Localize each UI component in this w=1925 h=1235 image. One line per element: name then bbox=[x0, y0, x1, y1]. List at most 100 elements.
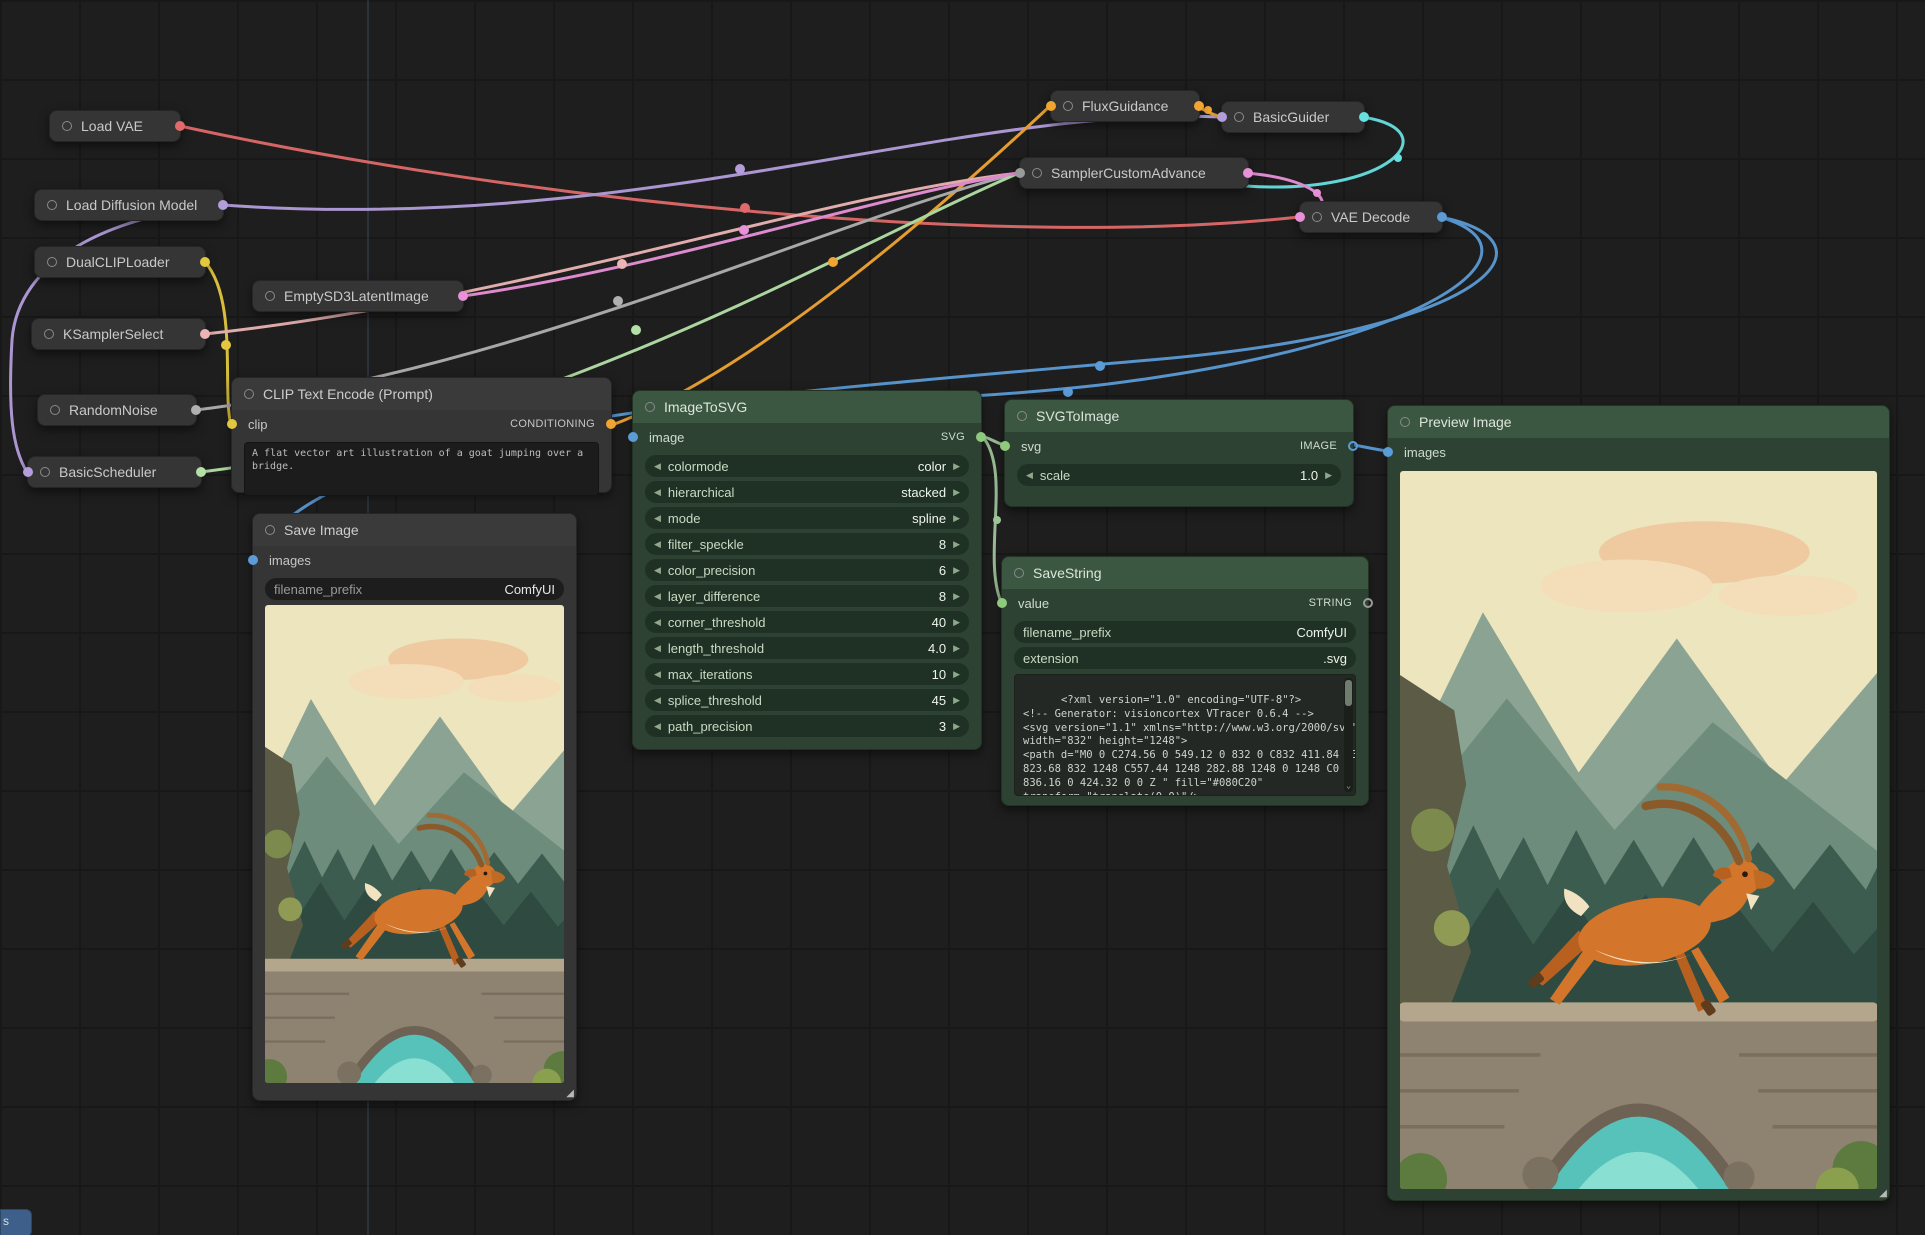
node-ksamplerselect[interactable]: KSamplerSelect bbox=[31, 318, 206, 350]
widget-mode[interactable]: ◀ mode spline ▶ bbox=[645, 507, 969, 529]
widget-splice-threshold[interactable]: ◀ splice_threshold 45 ▶ bbox=[645, 689, 969, 711]
prompt-text-input[interactable]: A flat vector art illustration of a goat… bbox=[244, 442, 599, 496]
collapse-toggle-icon[interactable] bbox=[50, 405, 60, 415]
node-header[interactable]: SaveString bbox=[1002, 557, 1368, 589]
widget-color-precision[interactable]: ◀ color_precision 6 ▶ bbox=[645, 559, 969, 581]
increment-arrow-icon[interactable]: ▶ bbox=[953, 670, 960, 679]
widget-colormode[interactable]: ◀ colormode color ▶ bbox=[645, 455, 969, 477]
collapse-toggle-icon[interactable] bbox=[244, 389, 254, 399]
decrement-arrow-icon[interactable]: ◀ bbox=[654, 540, 661, 549]
increment-arrow-icon[interactable]: ▶ bbox=[953, 462, 960, 471]
decrement-arrow-icon[interactable]: ◀ bbox=[654, 592, 661, 601]
node-savestring[interactable]: SaveString value STRING filename_prefix … bbox=[1001, 556, 1369, 806]
node-randomnoise[interactable]: RandomNoise bbox=[37, 394, 197, 426]
string-output-slot[interactable] bbox=[1363, 598, 1373, 608]
sampler-output-slot[interactable] bbox=[200, 329, 210, 339]
widget-filename-prefix[interactable]: filename_prefix ComfyUI bbox=[1014, 621, 1356, 643]
model-input-slot[interactable] bbox=[1217, 112, 1227, 122]
clip-input-slot[interactable] bbox=[227, 419, 237, 429]
decrement-arrow-icon[interactable]: ◀ bbox=[654, 670, 661, 679]
widget-filter-speckle[interactable]: ◀ filter_speckle 8 ▶ bbox=[645, 533, 969, 555]
value-input-slot[interactable] bbox=[997, 598, 1007, 608]
widget-corner-threshold[interactable]: ◀ corner_threshold 40 ▶ bbox=[645, 611, 969, 633]
image-output-slot[interactable] bbox=[1437, 212, 1447, 222]
widget-extension[interactable]: extension .svg bbox=[1014, 647, 1356, 669]
increment-arrow-icon[interactable]: ▶ bbox=[953, 618, 960, 627]
svg-input-slot[interactable] bbox=[1000, 441, 1010, 451]
collapse-toggle-icon[interactable] bbox=[1014, 568, 1024, 578]
decrement-arrow-icon[interactable]: ◀ bbox=[654, 644, 661, 653]
node-save-image[interactable]: Save Image images filename_prefix ComfyU… bbox=[252, 513, 577, 1101]
wire-image-to-preview[interactable] bbox=[1354, 445, 1387, 451]
wire-latent[interactable] bbox=[463, 173, 1019, 296]
node-basicguider[interactable]: BasicGuider bbox=[1221, 101, 1365, 133]
node-header[interactable]: ImageToSVG bbox=[633, 391, 981, 423]
guider-output-slot[interactable] bbox=[1359, 112, 1369, 122]
collapse-toggle-icon[interactable] bbox=[62, 121, 72, 131]
collapse-toggle-icon[interactable] bbox=[645, 402, 655, 412]
svg-output-slot[interactable] bbox=[976, 432, 986, 442]
vae-output-slot[interactable] bbox=[175, 121, 185, 131]
samples-input-slot[interactable] bbox=[1295, 212, 1305, 222]
wire-svg-to-savestring[interactable] bbox=[982, 436, 1001, 602]
collapse-toggle-icon[interactable] bbox=[1234, 112, 1244, 122]
widget-scale[interactable]: ◀ scale 1.0 ▶ bbox=[1017, 464, 1341, 486]
widget-path-precision[interactable]: ◀ path_precision 3 ▶ bbox=[645, 715, 969, 737]
widget-layer-difference[interactable]: ◀ layer_difference 8 ▶ bbox=[645, 585, 969, 607]
decrement-arrow-icon[interactable]: ◀ bbox=[654, 566, 661, 575]
increment-arrow-icon[interactable]: ▶ bbox=[953, 696, 960, 705]
collapse-toggle-icon[interactable] bbox=[44, 329, 54, 339]
collapse-toggle-icon[interactable] bbox=[1032, 168, 1042, 178]
node-svgtoimage[interactable]: SVGToImage svg IMAGE ◀ scale 1.0 ▶ bbox=[1004, 399, 1354, 507]
widget-max-iterations[interactable]: ◀ max_iterations 10 ▶ bbox=[645, 663, 969, 685]
node-header[interactable]: SVGToImage bbox=[1005, 400, 1353, 432]
node-clip-text-encode[interactable]: CLIP Text Encode (Prompt) clip CONDITION… bbox=[231, 377, 612, 493]
images-input-slot[interactable] bbox=[1383, 447, 1393, 457]
collapse-toggle-icon[interactable] bbox=[265, 291, 275, 301]
increment-arrow-icon[interactable]: ▶ bbox=[1325, 471, 1332, 480]
widget-length-threshold[interactable]: ◀ length_threshold 4.0 ▶ bbox=[645, 637, 969, 659]
decrement-arrow-icon[interactable]: ◀ bbox=[654, 514, 661, 523]
clip-output-slot[interactable] bbox=[200, 257, 210, 267]
widget-hierarchical[interactable]: ◀ hierarchical stacked ▶ bbox=[645, 481, 969, 503]
node-samplercustomadvance[interactable]: SamplerCustomAdvance bbox=[1019, 157, 1249, 189]
increment-arrow-icon[interactable]: ▶ bbox=[953, 592, 960, 601]
collapse-toggle-icon[interactable] bbox=[1312, 212, 1322, 222]
model-input-slot[interactable] bbox=[23, 467, 33, 477]
increment-arrow-icon[interactable]: ▶ bbox=[953, 488, 960, 497]
conditioning-output-slot[interactable] bbox=[1194, 101, 1204, 111]
decrement-arrow-icon[interactable]: ◀ bbox=[654, 462, 661, 471]
node-load-diffusion-model[interactable]: Load Diffusion Model bbox=[34, 189, 224, 221]
wire-clip[interactable] bbox=[205, 262, 231, 425]
node-dualcliploader[interactable]: DualCLIPLoader bbox=[34, 246, 206, 278]
node-header[interactable]: Preview Image bbox=[1388, 406, 1889, 438]
collapse-toggle-icon[interactable] bbox=[265, 525, 275, 535]
collapse-toggle-icon[interactable] bbox=[1063, 101, 1073, 111]
wire-conditioning[interactable] bbox=[612, 106, 1050, 425]
collapse-toggle-icon[interactable] bbox=[1400, 417, 1410, 427]
node-load-vae[interactable]: Load VAE bbox=[49, 110, 181, 142]
node-emptysd3latentimage[interactable]: EmptySD3LatentImage bbox=[252, 280, 464, 312]
node-graph-canvas[interactable]: Load VAE Load Diffusion Model DualCLIPLo… bbox=[0, 0, 1925, 1235]
inputs-slot[interactable] bbox=[1015, 168, 1025, 178]
collapse-toggle-icon[interactable] bbox=[47, 257, 57, 267]
node-preview-image[interactable]: Preview Image images ◢ bbox=[1387, 405, 1890, 1201]
sigmas-output-slot[interactable] bbox=[196, 467, 206, 477]
decrement-arrow-icon[interactable]: ◀ bbox=[654, 618, 661, 627]
decrement-arrow-icon[interactable]: ◀ bbox=[1026, 471, 1033, 480]
latent-output-slot[interactable] bbox=[458, 291, 468, 301]
node-fluxguidance[interactable]: FluxGuidance bbox=[1050, 90, 1200, 122]
resize-handle-icon[interactable]: ◢ bbox=[566, 1088, 574, 1099]
node-imagetosvg[interactable]: ImageToSVG image SVG ◀ colormode color ▶… bbox=[632, 390, 982, 750]
noise-output-slot[interactable] bbox=[191, 405, 201, 415]
collapse-toggle-icon[interactable] bbox=[47, 200, 57, 210]
scrollbar-thumb[interactable] bbox=[1345, 680, 1352, 706]
node-vae-decode[interactable]: VAE Decode bbox=[1299, 201, 1443, 233]
node-basicscheduler[interactable]: BasicScheduler bbox=[27, 456, 202, 488]
latent-output-slot[interactable] bbox=[1243, 168, 1253, 178]
increment-arrow-icon[interactable]: ▶ bbox=[953, 514, 960, 523]
collapse-toggle-icon[interactable] bbox=[40, 467, 50, 477]
increment-arrow-icon[interactable]: ▶ bbox=[953, 540, 960, 549]
increment-arrow-icon[interactable]: ▶ bbox=[953, 722, 960, 731]
collapse-toggle-icon[interactable] bbox=[1017, 411, 1027, 421]
